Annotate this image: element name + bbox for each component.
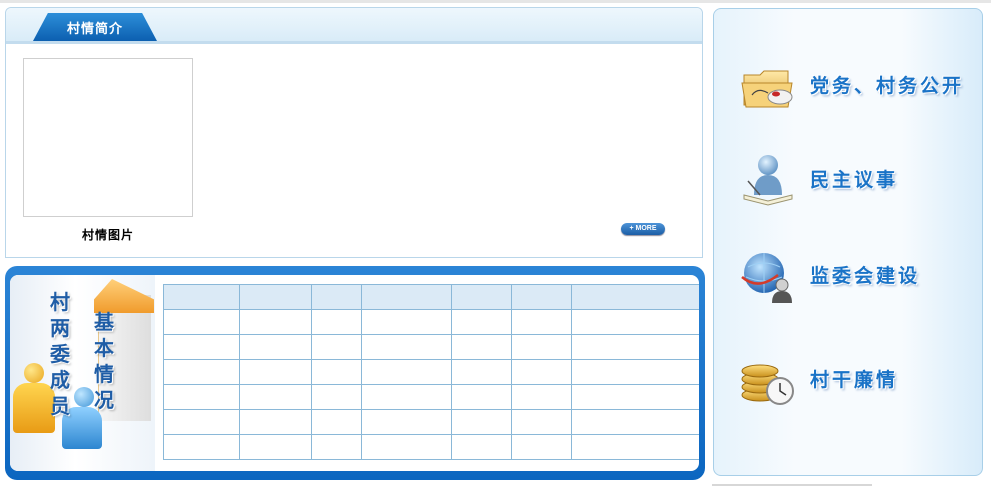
table-cell [511, 384, 572, 410]
table-row [163, 309, 699, 335]
table-cell [571, 434, 699, 460]
table-cell [239, 334, 312, 360]
table-cell [511, 359, 572, 385]
table-cell [239, 409, 312, 435]
table-row [163, 434, 699, 460]
table-cell [451, 434, 512, 460]
committee-panel: 村 两 委 成 员 基 本 情 况 [5, 266, 705, 480]
table-cell [451, 284, 512, 310]
table-cell [451, 409, 512, 435]
top-divider [0, 0, 991, 3]
nav-supervisory-committee[interactable]: 监委会建设 [738, 243, 974, 311]
blue-person-head-icon [74, 387, 94, 407]
table-cell [239, 284, 312, 310]
title-char: 委 [50, 342, 70, 366]
title-char: 两 [50, 316, 70, 340]
table-cell [311, 359, 362, 385]
table-cell [511, 409, 572, 435]
table-cell [361, 334, 452, 360]
table-cell [163, 309, 240, 335]
village-photo[interactable] [23, 58, 193, 217]
title-char: 本 [94, 336, 114, 360]
table-header-row [163, 284, 699, 310]
tab-village-intro[interactable]: 村情简介 [33, 13, 157, 41]
table-cell [511, 434, 572, 460]
table-cell [311, 334, 362, 360]
folder-mouse-icon [741, 70, 793, 108]
table-row [163, 359, 699, 385]
table-cell [239, 384, 312, 410]
title-char: 员 [50, 394, 70, 418]
table-cell [311, 384, 362, 410]
coins-clock-icon [741, 364, 794, 405]
nav-label: 党务、村务公开 [810, 75, 965, 97]
committee-inner: 村 两 委 成 员 基 本 情 况 [10, 275, 699, 471]
table-cell [163, 409, 240, 435]
table-cell [571, 284, 699, 310]
table-cell [361, 309, 452, 335]
table-cell [163, 334, 240, 360]
table-cell [311, 409, 362, 435]
table-cell [451, 334, 512, 360]
committee-banner: 村 两 委 成 员 基 本 情 况 [10, 275, 155, 471]
nav-label: 监委会建设 [810, 265, 921, 287]
table-cell [239, 434, 312, 460]
table-cell [163, 384, 240, 410]
table-cell [451, 309, 512, 335]
nav-label: 民主议事 [810, 169, 899, 191]
table-cell [571, 359, 699, 385]
intro-header-bar: 村情简介 [6, 8, 702, 44]
house-roof-illustration [94, 279, 154, 313]
table-cell [511, 309, 572, 335]
committee-title-col1: 村 两 委 成 员 [50, 289, 70, 419]
table-cell [361, 284, 452, 310]
table-cell [163, 434, 240, 460]
table-cell [311, 309, 362, 335]
yellow-person-head-icon [24, 363, 44, 383]
table-cell [311, 284, 362, 310]
table-row [163, 409, 699, 435]
table-cell [451, 384, 512, 410]
title-char: 基 [94, 310, 114, 334]
village-intro-panel: 村情简介 村情图片 + MORE [5, 7, 703, 258]
table-cell [311, 434, 362, 460]
committee-title-col2: 基 本 情 况 [94, 309, 114, 413]
table-cell [239, 359, 312, 385]
nav-village-cadre-integrity[interactable]: 村干廉情 [738, 347, 974, 415]
table-cell [239, 309, 312, 335]
table-cell [163, 359, 240, 385]
title-char: 情 [94, 362, 114, 386]
globe-user-icon [741, 253, 792, 303]
table-cell [163, 284, 240, 310]
nav-party-village-affairs[interactable]: 党务、村务公开 [738, 53, 974, 121]
table-cell [361, 359, 452, 385]
table-cell [571, 309, 699, 335]
table-cell [511, 284, 572, 310]
table-row [163, 384, 699, 410]
table-cell [361, 384, 452, 410]
nav-democratic-deliberation[interactable]: 民主议事 [738, 147, 974, 215]
table-row [163, 334, 699, 360]
table-cell [511, 334, 572, 360]
table-cell [451, 359, 512, 385]
title-char: 成 [50, 368, 70, 392]
yellow-person-icon [13, 383, 55, 433]
nav-label: 村干廉情 [810, 369, 899, 391]
table-cell [571, 334, 699, 360]
table-cell [361, 409, 452, 435]
more-button[interactable]: + MORE [621, 223, 665, 235]
title-char: 村 [50, 290, 70, 314]
table-cell [571, 409, 699, 435]
bottom-divider [712, 484, 872, 486]
table-cell [571, 384, 699, 410]
title-char: 况 [94, 388, 114, 412]
committee-members-table [163, 284, 699, 460]
village-photo-caption: 村情图片 [81, 228, 134, 242]
table-cell [361, 434, 452, 460]
person-reading-icon [743, 155, 793, 206]
right-nav-panel: 党务、村务公开 民主议事 监委会建设 村干廉情 [713, 8, 983, 476]
